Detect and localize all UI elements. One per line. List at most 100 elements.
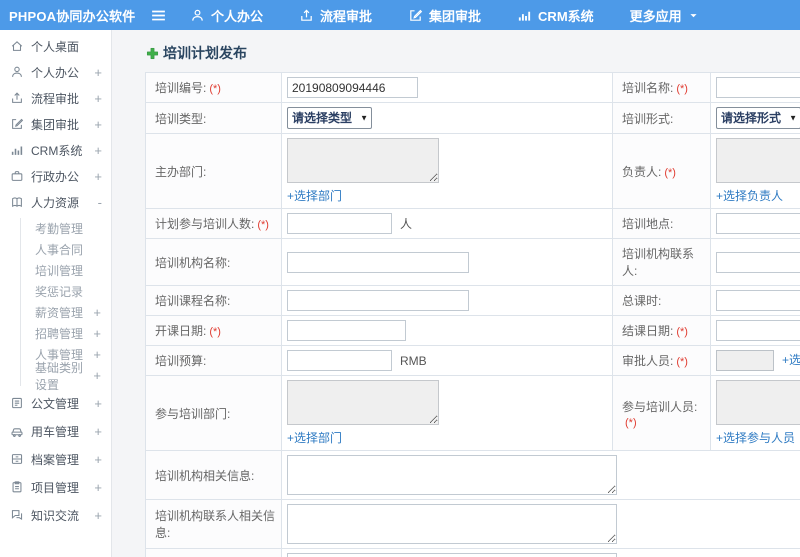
leader-textarea[interactable] — [716, 138, 800, 183]
participants-textarea[interactable] — [716, 380, 800, 425]
bar-chart-icon — [10, 143, 24, 157]
total-hours-input[interactable] — [716, 290, 800, 311]
org-contact-input[interactable] — [716, 251, 800, 273]
sidebar-subitem-reward-punishment[interactable]: 奖惩记录 — [21, 281, 111, 302]
sidebar-subitem-hr-contract[interactable]: 人事合同 — [21, 239, 111, 260]
sidebar-item-crm[interactable]: CRM系统 + — [0, 137, 111, 163]
sidebar-item-personal-desktop[interactable]: 个人桌面 — [0, 33, 111, 59]
sidebar-subitem-salary[interactable]: 薪资管理 + — [21, 302, 111, 323]
expand-toggle: + — [94, 90, 102, 106]
participants-label: 参与培训人员:(*) — [612, 375, 711, 451]
training-name-label: 培训名称: (*) — [612, 72, 711, 103]
book-icon — [10, 195, 24, 209]
start-date-label: 开课日期: (*) — [145, 315, 282, 346]
nav-crm-system[interactable]: CRM系统 — [517, 6, 594, 25]
sidebar-item-projects[interactable]: 项目管理 + — [0, 473, 111, 501]
requirements-textarea[interactable] — [287, 553, 617, 557]
select-leader-link[interactable]: +选择负责人 — [716, 187, 783, 204]
org-name-label: 培训机构名称: — [145, 238, 282, 286]
sidebar-item-archives[interactable]: 档案管理 + — [0, 445, 111, 473]
training-name-input[interactable] — [716, 77, 800, 98]
form-row: 培训编号:(*) 培训名称:(*) — [145, 72, 800, 103]
sidebar-item-vehicle[interactable]: 用车管理 + — [0, 417, 111, 445]
document-icon — [10, 396, 24, 410]
hamburger-menu-icon[interactable] — [150, 6, 168, 24]
select-approver-link[interactable]: +选择审批人员 — [782, 353, 800, 367]
course-name-input[interactable] — [287, 290, 469, 311]
sidebar-item-label: 个人办公 — [31, 65, 80, 80]
nav-label: 个人办公 — [211, 8, 264, 24]
planned-count-input[interactable] — [287, 213, 392, 234]
sidebar-subitem-recruitment[interactable]: 招聘管理 + — [21, 323, 111, 344]
sidebar-item-label: 公文管理 — [31, 396, 80, 411]
user-icon — [190, 8, 205, 23]
org-contact-info-label: 培训机构联系人相关信息: — [145, 499, 282, 549]
nav-personal-office[interactable]: 个人办公 — [190, 6, 263, 25]
end-date-input[interactable] — [716, 320, 800, 341]
caret-down-icon — [688, 10, 699, 21]
sidebar-subitem-base-categories[interactable]: 基础类别设置 + — [21, 361, 111, 392]
host-dept-textarea[interactable] — [287, 138, 439, 183]
sidebar-item-personal-office[interactable]: 个人办公 + — [0, 59, 111, 85]
end-date-label: 结课日期: (*) — [612, 315, 711, 346]
form-row: 参与培训部门: +选择部门 参与培训人员:(*) +选择参与人员 — [145, 375, 800, 451]
sidebar-item-label: 用车管理 — [31, 424, 80, 439]
training-form-label: 培训形式: — [612, 102, 711, 134]
sidebar-item-label: CRM系统 — [31, 143, 83, 158]
sidebar-item-label: 流程审批 — [31, 91, 80, 106]
approver-input[interactable] — [716, 350, 774, 371]
sidebar-subitem-attendance[interactable]: 考勤管理 — [21, 218, 111, 239]
training-type-select[interactable]: 请选择类型 — [287, 107, 372, 129]
budget-input[interactable] — [287, 350, 392, 371]
sidebar-subitem-training-mgmt[interactable]: 培训管理 — [21, 260, 111, 281]
chat-icon — [10, 508, 24, 522]
upload-icon — [10, 91, 24, 105]
sidebar-item-label: 个人桌面 — [31, 39, 80, 54]
form-row: 培训机构名称: 培训机构联系人: — [145, 238, 800, 286]
org-name-input[interactable] — [287, 251, 469, 273]
participating-depts-textarea[interactable] — [287, 380, 439, 425]
sidebar-item-hr[interactable]: 人力资源 - — [0, 189, 111, 215]
archive-icon — [10, 452, 24, 466]
select-dept-link[interactable]: +选择部门 — [287, 187, 342, 204]
sidebar-item-official-docs[interactable]: 公文管理 + — [0, 389, 111, 417]
form-row: 培训类型: 请选择类型 培训形式: 请选择形式 — [145, 102, 800, 134]
location-input[interactable] — [716, 213, 800, 234]
org-info-textarea[interactable] — [287, 455, 617, 495]
sidebar-item-label: 人力资源 — [31, 195, 80, 210]
training-no-input[interactable] — [287, 77, 418, 98]
sidebar-subitem-label: 培训管理 — [35, 264, 84, 278]
nav-label: 更多应用 — [629, 8, 682, 24]
sidebar-subitem-label: 招聘管理 — [35, 327, 84, 341]
planned-count-label: 计划参与培训人数: (*) — [145, 208, 282, 239]
page-title-text: 培训计划发布 — [163, 45, 247, 61]
host-dept-label: 主办部门: — [145, 133, 282, 209]
expand-toggle: + — [93, 347, 101, 362]
upload-icon — [299, 8, 314, 23]
training-form-select[interactable]: 请选择形式 — [716, 107, 800, 129]
expand-toggle: + — [94, 142, 102, 158]
home-icon — [10, 39, 24, 53]
select-dept-link[interactable]: +选择部门 — [287, 429, 342, 446]
user-icon — [10, 65, 24, 79]
app-brand: PHPOA协同办公软件 — [9, 8, 136, 24]
nav-group-approval[interactable]: 集团审批 — [408, 6, 481, 25]
org-contact-label: 培训机构联系人: — [612, 238, 711, 286]
sidebar-item-workflow-approval[interactable]: 流程审批 + — [0, 85, 111, 111]
unit-suffix: 人 — [400, 216, 413, 231]
sidebar-item-admin-office[interactable]: 行政办公 + — [0, 163, 111, 189]
training-type-label: 培训类型: — [145, 102, 282, 134]
currency-suffix: RMB — [400, 353, 427, 368]
sidebar-hr-submenu: 考勤管理 人事合同 培训管理 奖惩记录 薪资管理 + 招聘管理 + 人事管理 +… — [20, 218, 111, 392]
sidebar-item-knowledge[interactable]: 知识交流 + — [0, 501, 111, 529]
nav-more-apps[interactable]: 更多应用 — [630, 6, 699, 25]
select-participants-link[interactable]: +选择参与人员 — [716, 429, 795, 446]
nav-workflow-approval[interactable]: 流程审批 — [299, 6, 372, 25]
expand-toggle: + — [94, 116, 102, 132]
location-label: 培训地点: — [612, 208, 711, 239]
sidebar-subitem-label: 薪资管理 — [35, 306, 84, 320]
form-row: 培训课程名称: 总课时: — [145, 285, 800, 316]
sidebar-item-group-approval[interactable]: 集团审批 + — [0, 111, 111, 137]
start-date-input[interactable] — [287, 320, 406, 341]
org-contact-info-textarea[interactable] — [287, 504, 617, 544]
